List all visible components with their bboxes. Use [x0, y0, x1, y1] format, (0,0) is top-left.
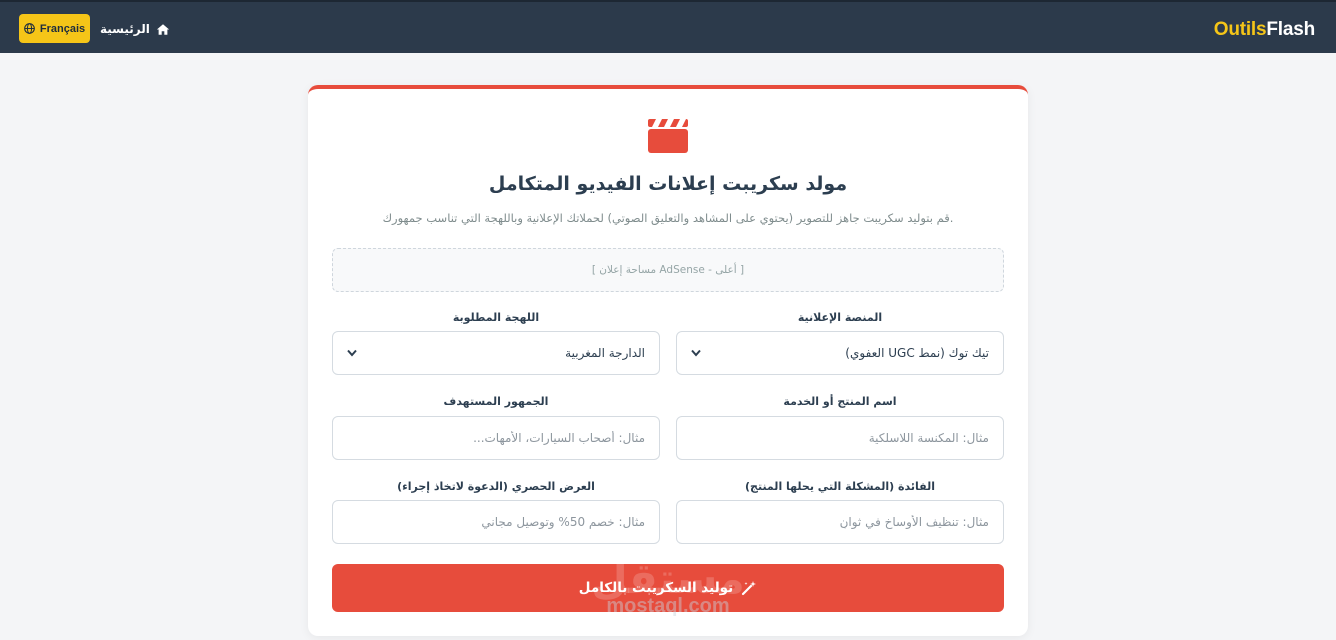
language-button[interactable]: Français	[19, 14, 90, 43]
chevron-down-icon	[691, 349, 701, 357]
brand-logo[interactable]: OutilsFlash	[1214, 19, 1315, 41]
home-icon	[156, 23, 169, 35]
top-navbar: OutilsFlash Français الرئيسية	[0, 0, 1336, 53]
globe-icon	[24, 23, 35, 34]
home-link-label: الرئيسية	[100, 22, 150, 36]
platform-select[interactable]: تيك توك (نمط UGC العفوي)	[676, 331, 1004, 375]
offer-label: العرض الحصري (الدعوة لاتخاذ إجراء)	[397, 480, 595, 493]
generate-script-button[interactable]: توليد السكريبت بالكامل	[332, 564, 1004, 612]
platform-select-value: تيك توك (نمط UGC العفوي)	[845, 346, 989, 360]
home-link[interactable]: الرئيسية	[100, 20, 170, 38]
dialect-select-value: الدارجة المغربية	[565, 346, 645, 360]
page-title: مولد سكريبت إعلانات الفيديو المتكامل	[488, 173, 848, 195]
language-button-label: Français	[39, 22, 86, 35]
page-subtitle: قم بتوليد سكريبت جاهز للتصوير (يحتوي على…	[382, 211, 954, 225]
magic-wand-icon	[742, 581, 757, 596]
benefit-input[interactable]	[676, 500, 1004, 544]
audience-label: الجمهور المستهدف	[443, 395, 549, 408]
product-label: اسم المنتج أو الخدمة	[783, 395, 897, 408]
generator-card: مولد سكريبت إعلانات الفيديو المتكامل قم …	[308, 85, 1028, 636]
offer-input[interactable]	[332, 500, 660, 544]
ad-placeholder: [ مساحة إعلان AdSense - أعلى ]	[332, 248, 1004, 292]
benefit-label: الفائدة (المشكلة التي يحلها المنتج)	[745, 480, 935, 493]
dialect-select[interactable]: الدارجة المغربية	[332, 331, 660, 375]
audience-input[interactable]	[332, 416, 660, 460]
clapperboard-icon	[648, 119, 688, 153]
dialect-label: اللهجة المطلوبة	[452, 311, 540, 324]
generate-script-label: توليد السكريبت بالكامل	[578, 580, 734, 596]
product-input[interactable]	[676, 416, 1004, 460]
chevron-down-icon	[347, 349, 357, 357]
platform-label: المنصة الإعلانية	[797, 311, 883, 324]
